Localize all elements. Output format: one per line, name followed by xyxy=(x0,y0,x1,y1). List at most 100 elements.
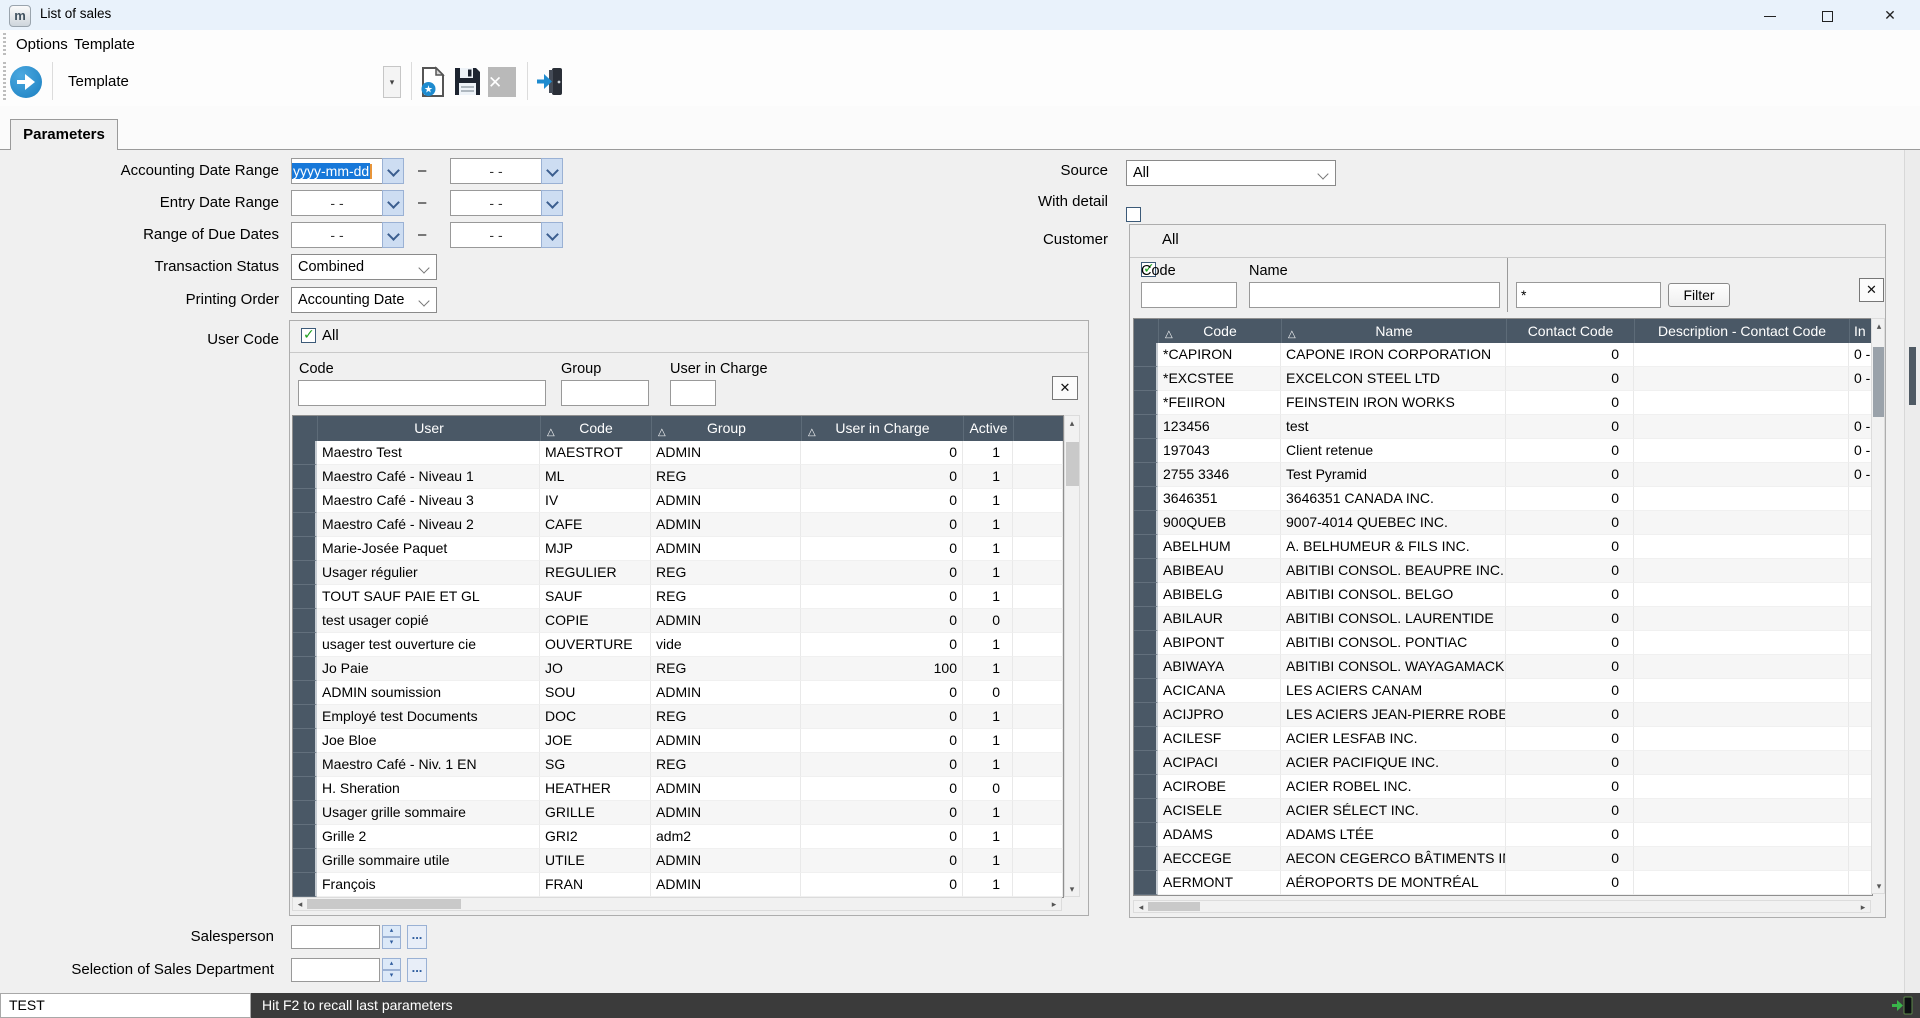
header-user-in-charge[interactable]: △User in Charge xyxy=(801,416,963,441)
user-filter-close-button[interactable]: ✕ xyxy=(1052,376,1078,400)
user-filter-user-in-charge-input[interactable] xyxy=(670,380,716,406)
header-code[interactable]: △Code xyxy=(1158,319,1281,343)
row-selector[interactable] xyxy=(1134,583,1158,607)
window-vscrollbar[interactable] xyxy=(1904,149,1920,993)
row-selector[interactable] xyxy=(1134,535,1158,559)
customer-table-row[interactable]: *FEIIRON FEINSTEIN IRON WORKS 0 xyxy=(1134,391,1872,415)
scroll-up-icon[interactable]: ▴ xyxy=(1065,416,1079,430)
user-table-row[interactable]: Maestro Café - Niveau 2 CAFE ADMIN 0 1 xyxy=(293,513,1063,537)
status-exit-button[interactable] xyxy=(1891,996,1913,1018)
customer-wildcard-input[interactable] xyxy=(1516,282,1661,308)
row-selector[interactable] xyxy=(1134,511,1158,535)
row-selector[interactable] xyxy=(293,873,317,897)
accounting-date-from-dropdown[interactable] xyxy=(382,158,404,184)
user-filter-group-input[interactable] xyxy=(561,380,649,406)
sales-department-lookup-button[interactable]: ... xyxy=(407,958,427,982)
customer-table-row[interactable]: 3646351 3646351 CANADA INC. 0 xyxy=(1134,487,1872,511)
row-selector[interactable] xyxy=(293,441,317,465)
user-table-hscrollbar[interactable]: ◂ ▸ xyxy=(292,897,1062,911)
salesperson-spinner[interactable]: ▴ ▾ xyxy=(382,925,401,949)
row-selector[interactable] xyxy=(293,561,317,585)
user-table-row[interactable]: usager test ouverture cie OUVERTURE vide… xyxy=(293,633,1063,657)
user-table-row[interactable]: TOUT SAUF PAIE ET GL SAUF REG 0 1 xyxy=(293,585,1063,609)
header-description-contact-code[interactable]: Description - Contact Code xyxy=(1634,319,1849,343)
maximize-button[interactable] xyxy=(1804,0,1850,30)
customer-table-row[interactable]: 123456 test 0 0 - xyxy=(1134,415,1872,439)
customer-filter-code-input[interactable] xyxy=(1141,282,1237,308)
scroll-thumb[interactable] xyxy=(1148,902,1200,911)
row-selector[interactable] xyxy=(293,609,317,633)
spin-up-icon[interactable]: ▴ xyxy=(382,958,401,970)
row-selector[interactable] xyxy=(1134,559,1158,583)
header-contact-code[interactable]: Contact Code xyxy=(1506,319,1634,343)
header-active[interactable]: Active xyxy=(963,416,1013,441)
customer-table-row[interactable]: ACIPACI ACIER PACIFIQUE INC. 0 xyxy=(1134,751,1872,775)
due-date-from-dropdown[interactable] xyxy=(382,222,404,248)
customer-table-vscrollbar[interactable]: ▴ ▾ xyxy=(1871,318,1885,894)
row-selector[interactable] xyxy=(293,585,317,609)
row-selector[interactable] xyxy=(293,825,317,849)
due-date-to-input[interactable]: - - xyxy=(450,222,541,248)
row-selector[interactable] xyxy=(293,657,317,681)
user-table-row[interactable]: Marie-Josée Paquet MJP ADMIN 0 1 xyxy=(293,537,1063,561)
customer-table-row[interactable]: 197043 Client retenue 0 0 - xyxy=(1134,439,1872,463)
user-all-checkbox[interactable]: ✓ xyxy=(301,328,316,343)
row-selector[interactable] xyxy=(1134,607,1158,631)
spin-down-icon[interactable]: ▾ xyxy=(382,937,401,949)
run-report-button[interactable] xyxy=(10,66,42,98)
customer-table-row[interactable]: *CAPIRON CAPONE IRON CORPORATION 0 0 - xyxy=(1134,343,1872,367)
customer-table-row[interactable]: *EXCSTEE EXCELCON STEEL LTD 0 0 - xyxy=(1134,367,1872,391)
row-selector[interactable] xyxy=(1134,367,1158,391)
scroll-right-icon[interactable]: ▸ xyxy=(1856,900,1870,914)
due-date-to-dropdown[interactable] xyxy=(541,222,563,248)
row-selector[interactable] xyxy=(1134,343,1158,367)
row-selector[interactable] xyxy=(293,705,317,729)
user-table-row[interactable]: François FRAN ADMIN 0 1 xyxy=(293,873,1063,897)
exit-button[interactable] xyxy=(535,66,565,98)
customer-table-row[interactable]: ABILAUR ABITIBI CONSOL. LAURENTIDE 0 xyxy=(1134,607,1872,631)
row-selector[interactable] xyxy=(1134,463,1158,487)
customer-table-row[interactable]: ACICANA LES ACIERS CANAM 0 xyxy=(1134,679,1872,703)
row-selector[interactable] xyxy=(1134,391,1158,415)
row-selector[interactable] xyxy=(293,753,317,777)
row-selector[interactable] xyxy=(293,777,317,801)
scroll-down-icon[interactable]: ▾ xyxy=(1872,879,1886,893)
row-selector[interactable] xyxy=(293,729,317,753)
customer-table-row[interactable]: ABIBEAU ABITIBI CONSOL. BEAUPRE INC. 0 xyxy=(1134,559,1872,583)
scroll-up-icon[interactable]: ▴ xyxy=(1872,319,1886,333)
header-user[interactable]: User xyxy=(317,416,540,441)
row-selector[interactable] xyxy=(293,465,317,489)
scroll-left-icon[interactable]: ◂ xyxy=(1134,900,1148,914)
row-selector[interactable] xyxy=(1134,415,1158,439)
customer-table-row[interactable]: ACILESF ACIER LESFAB INC. 0 xyxy=(1134,727,1872,751)
row-selector[interactable] xyxy=(293,633,317,657)
transaction-status-combobox[interactable]: Combined xyxy=(291,254,437,280)
row-selector[interactable] xyxy=(293,801,317,825)
user-table-row[interactable]: Usager régulier REGULIER REG 0 1 xyxy=(293,561,1063,585)
row-selector[interactable] xyxy=(1134,871,1158,895)
sales-department-spinner[interactable]: ▴ ▾ xyxy=(382,958,401,982)
filter-button[interactable]: Filter xyxy=(1668,283,1730,307)
user-table-row[interactable]: Grille sommaire utile UTILE ADMIN 0 1 xyxy=(293,849,1063,873)
salesperson-lookup-button[interactable]: ... xyxy=(407,925,427,949)
customer-table-row[interactable]: ABIWAYA ABITIBI CONSOL. WAYAGAMACK 0 xyxy=(1134,655,1872,679)
user-filter-code-input[interactable] xyxy=(298,380,546,406)
customer-table-row[interactable]: ACIROBE ACIER ROBEL INC. 0 xyxy=(1134,775,1872,799)
customer-table-row[interactable]: ADAMS ADAMS LTÉE 0 xyxy=(1134,823,1872,847)
scroll-right-icon[interactable]: ▸ xyxy=(1047,897,1061,911)
row-selector[interactable] xyxy=(293,537,317,561)
new-template-button[interactable]: ★ xyxy=(418,66,448,98)
save-button[interactable] xyxy=(452,66,482,98)
header-in[interactable]: In xyxy=(1849,319,1872,343)
customer-table-row[interactable]: 2755 3346 Test Pyramid 0 0 - xyxy=(1134,463,1872,487)
accounting-date-to-input[interactable]: - - xyxy=(450,158,541,184)
customer-table-row[interactable]: AERMONT AÉROPORTS DE MONTRÉAL 0 xyxy=(1134,871,1872,895)
user-table-row[interactable]: H. Sheration HEATHER ADMIN 0 0 xyxy=(293,777,1063,801)
row-selector[interactable] xyxy=(293,513,317,537)
row-selector[interactable] xyxy=(293,681,317,705)
entry-date-from-dropdown[interactable] xyxy=(382,190,404,216)
header-code[interactable]: △Code xyxy=(540,416,651,441)
row-selector[interactable] xyxy=(1134,655,1158,679)
with-detail-checkbox[interactable] xyxy=(1126,207,1141,222)
scroll-down-icon[interactable]: ▾ xyxy=(1065,882,1079,896)
